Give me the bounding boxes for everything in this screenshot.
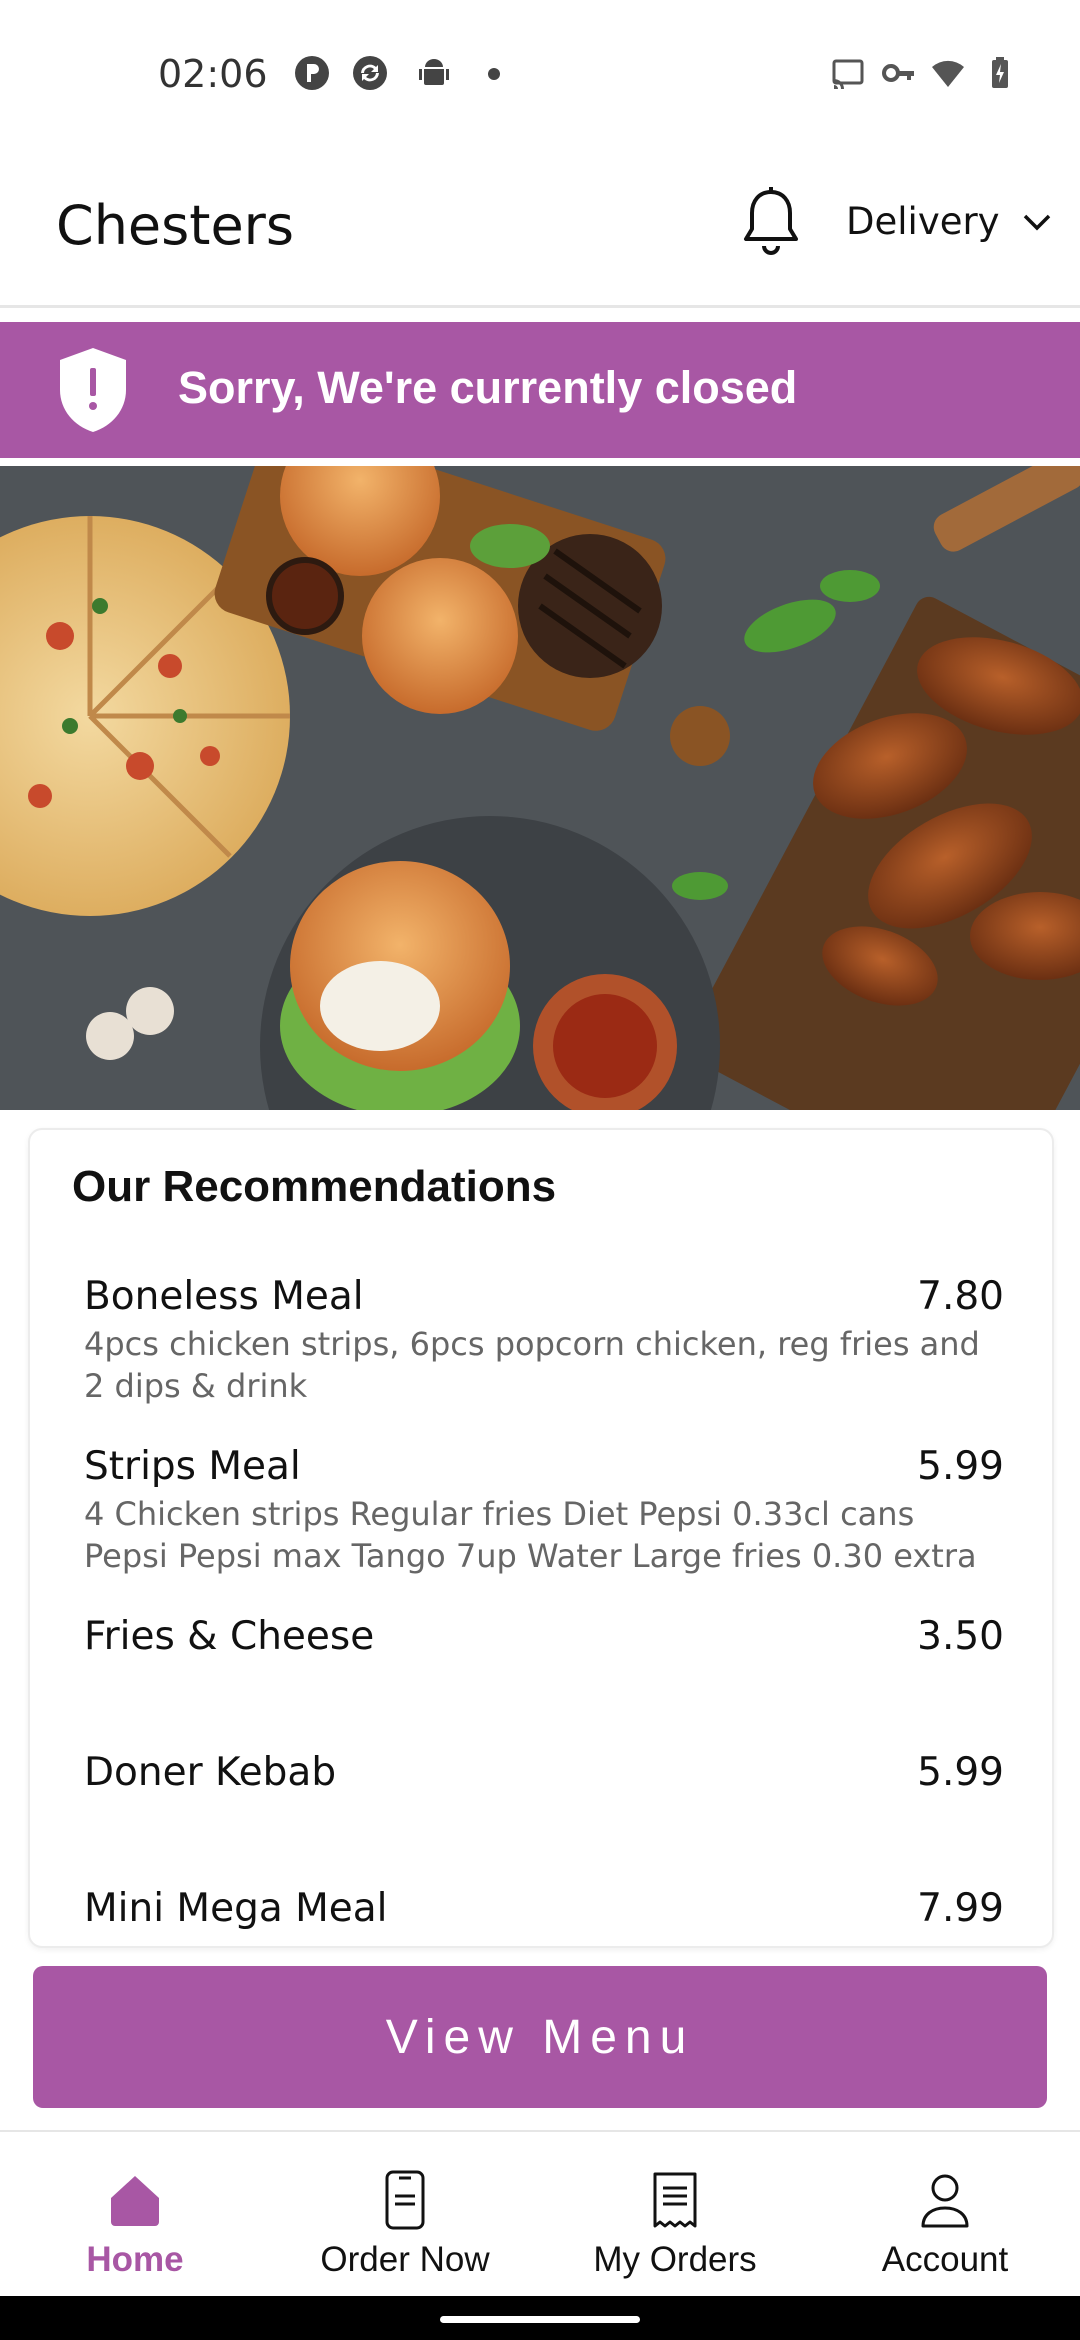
recommendation-item[interactable]: Boneless Meal 7.80 4pcs chicken strips, … — [84, 1274, 1004, 1407]
cast-icon — [832, 59, 864, 89]
item-name: Fries & Cheese — [84, 1614, 375, 1659]
shield-alert-icon — [60, 348, 126, 432]
item-description: 4 Chicken strips Regular fries Diet Peps… — [84, 1495, 977, 1575]
item-price: 5.99 — [917, 1444, 1004, 1489]
bottom-nav: Home Order Now My Orders Account — [0, 2130, 1080, 2296]
item-description: 4pcs chicken strips, 6pcs popcorn chicke… — [84, 1325, 980, 1405]
status-bar: 02:06 — [0, 0, 1080, 150]
food-illustration — [0, 466, 1080, 1110]
receipt-icon — [653, 2172, 697, 2228]
android-icon — [419, 59, 449, 85]
nav-account-label: Account — [881, 2240, 1009, 2279]
item-name: Doner Kebab — [84, 1750, 337, 1795]
item-name: Strips Meal — [84, 1444, 301, 1489]
bell-icon[interactable] — [740, 186, 802, 260]
item-price: 7.99 — [917, 1886, 1004, 1931]
closed-message: Sorry, We're currently closed — [178, 362, 798, 413]
food-photo — [0, 466, 1080, 1110]
item-price: 7.80 — [917, 1274, 1004, 1319]
item-price: 3.50 — [917, 1614, 1004, 1659]
recommendation-item[interactable]: Fries & Cheese 3.50 — [84, 1614, 1004, 1659]
system-gesture-bar — [0, 2296, 1080, 2340]
dot-icon — [488, 68, 500, 80]
phone-order-icon — [385, 2170, 425, 2230]
p-circle-icon — [295, 56, 329, 90]
home-icon — [111, 2176, 159, 2226]
nav-order-now-label: Order Now — [320, 2240, 490, 2279]
sync-icon — [353, 56, 387, 90]
vpn-key-icon — [882, 64, 914, 82]
user-icon — [921, 2174, 969, 2228]
recommendation-item[interactable]: Strips Meal 5.99 4 Chicken strips Regula… — [84, 1444, 1004, 1577]
recommendations-title: Our Recommendations — [72, 1162, 557, 1211]
chevron-down-icon — [1023, 214, 1050, 230]
view-menu-button[interactable]: View Menu — [33, 1966, 1047, 2108]
item-price: 5.99 — [917, 1750, 1004, 1795]
recommendation-item[interactable]: Mini Mega Meal 7.99 — [84, 1886, 1004, 1931]
nav-home-label: Home — [86, 2240, 184, 2279]
recommendations-card: Our Recommendations Boneless Meal 7.80 4… — [28, 1128, 1054, 1948]
recommendation-item[interactable]: Doner Kebab 5.99 — [84, 1750, 1004, 1795]
item-name: Boneless Meal — [84, 1274, 364, 1319]
battery-charging-icon — [992, 57, 1008, 88]
store-title: Chesters — [56, 194, 295, 257]
app-header: Chesters Delivery — [0, 150, 1080, 308]
delivery-mode-selector[interactable]: Delivery — [846, 200, 1052, 243]
item-name: Mini Mega Meal — [84, 1886, 388, 1931]
wifi-icon — [932, 60, 964, 87]
nav-home[interactable]: Home — [0, 2132, 270, 2298]
nav-my-orders[interactable]: My Orders — [540, 2132, 810, 2298]
nav-order-now[interactable]: Order Now — [270, 2132, 540, 2298]
home-gesture-handle[interactable] — [440, 2316, 640, 2323]
nav-my-orders-label: My Orders — [593, 2240, 757, 2279]
delivery-mode-label: Delivery — [846, 200, 1000, 243]
closed-banner: Sorry, We're currently closed — [0, 322, 1080, 458]
status-time: 02:06 — [158, 52, 268, 96]
nav-account[interactable]: Account — [810, 2132, 1080, 2298]
